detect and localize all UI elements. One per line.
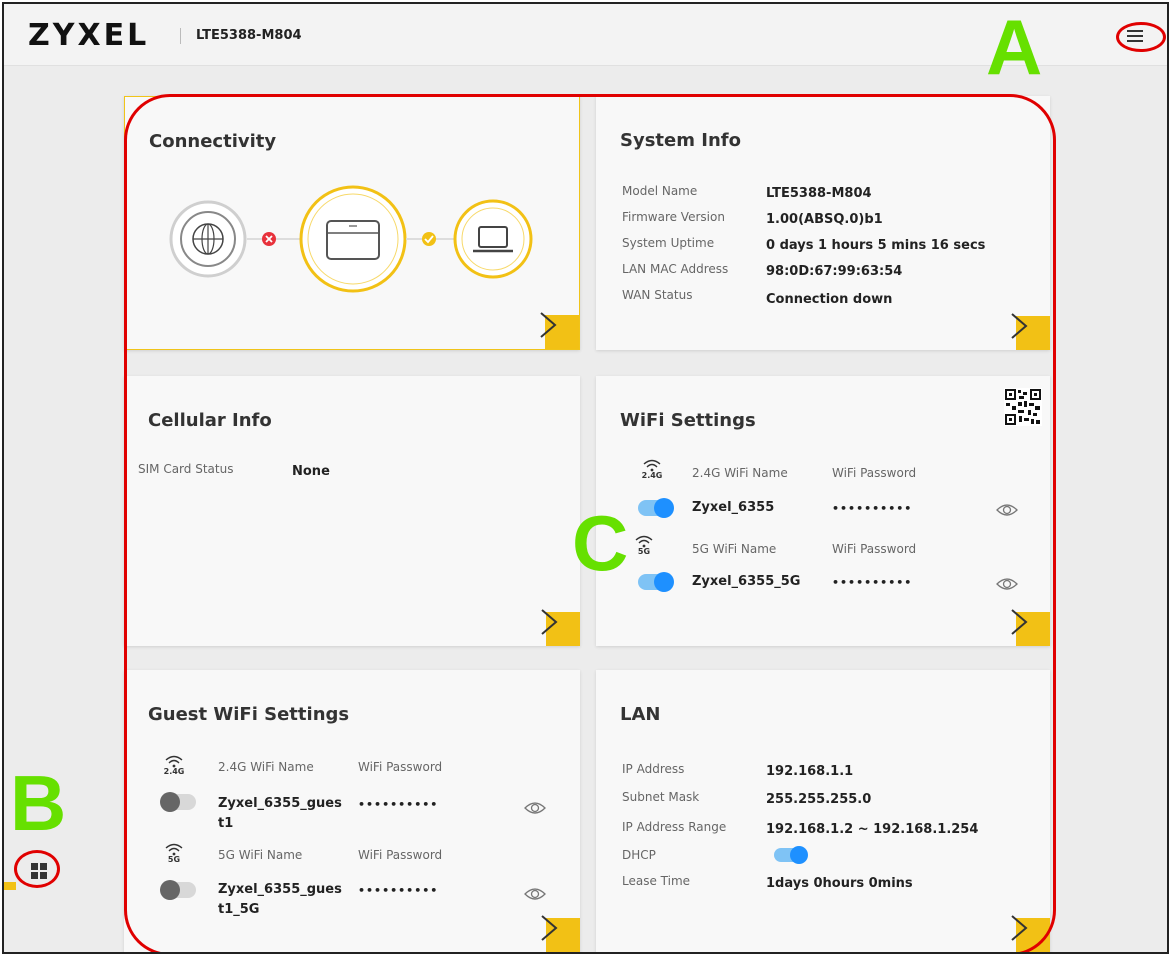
brand-logo: ZYXEL <box>28 18 150 53</box>
model-name: LTE5388-M804 <box>196 28 302 43</box>
callout-letter-c: C <box>572 499 629 587</box>
callout-letter-b: B <box>10 759 67 847</box>
callout-ring-dashboard <box>14 850 60 888</box>
callout-ring-menu <box>1116 22 1166 52</box>
app-window: ZYXEL LTE5388-M804 Connectivity System I… <box>2 2 1169 954</box>
header-divider <box>180 28 181 44</box>
sidebar-accent <box>4 882 16 890</box>
callout-letter-a: A <box>986 3 1043 91</box>
